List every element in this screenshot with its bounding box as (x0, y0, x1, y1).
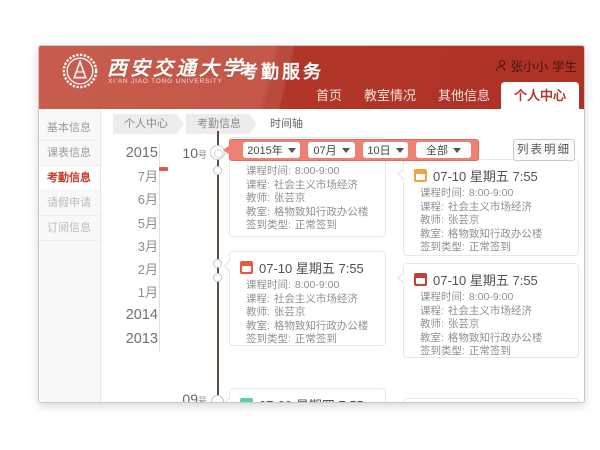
attendance-card: 07-09 星期四 7:55 课程时间:8:00-9:00 课程:社会主义市场经… (229, 388, 386, 403)
nav-other-info[interactable]: 其他信息 (427, 82, 501, 109)
nav-home[interactable]: 首页 (305, 82, 353, 109)
calendar-green-icon (240, 398, 253, 404)
app-window: 西安交通大学 XI'AN JIAO TONG UNIVERSITY 考勤服务 张… (38, 45, 585, 403)
timeline-node-small-2 (213, 259, 222, 268)
breadcrumb-timeline[interactable]: 时间轴 (259, 114, 319, 134)
timeline-year-2015[interactable]: 2015 (101, 142, 158, 165)
card-header: 07-10 星期五 7:55 (259, 258, 364, 277)
current-month-marker (159, 167, 168, 171)
sidebar-item-subscription-info[interactable]: 订阅信息 (39, 216, 100, 241)
day-select[interactable]: 10日 (363, 142, 408, 158)
nav-classrooms[interactable]: 教室情况 (353, 82, 427, 109)
chevron-down-icon (288, 148, 296, 153)
timeline-node-small-3 (213, 273, 222, 282)
attendance-card-partial (403, 398, 579, 403)
calendar-dark-red-icon (414, 273, 427, 286)
timeline-month-feb[interactable]: 2月 (101, 258, 158, 281)
day-marker-10: 10号 (167, 145, 207, 161)
timeline-month-jun[interactable]: 6月 (101, 188, 158, 211)
calendar-red-orange-icon (240, 261, 253, 274)
attendance-card: 07-10 星期五 7:55 课程时间:8:00-9:00 课程:社会主义市场经… (403, 159, 579, 256)
date-filter-bar: 2015年 07月 10日 全部 (229, 139, 479, 161)
attendance-card: 07-10 星期五 7:55 课程时间:8:00-9:00 课程:社会主义市场经… (229, 251, 386, 346)
sidebar-item-attendance-info[interactable]: 考勤信息 (39, 166, 100, 191)
card-header: 07-10 星期五 7:55 (433, 166, 538, 185)
user-role: 学生 (552, 56, 577, 75)
list-detail-button[interactable]: 列表明细 (513, 139, 575, 161)
user-name: 张小小 (510, 56, 548, 75)
timeline-node-small-1 (213, 166, 222, 175)
user-menu[interactable]: 张小小 学生 (495, 56, 577, 75)
chevron-down-icon (396, 148, 404, 153)
main-nav: 首页 教室情况 其他信息 个人中心 (305, 82, 579, 109)
breadcrumb-personal-center[interactable]: 个人中心 (113, 114, 184, 134)
month-select[interactable]: 07月 (308, 142, 355, 158)
sidebar-item-basic-info[interactable]: 基本信息 (39, 116, 100, 141)
page-background: 西安交通大学 XI'AN JIAO TONG UNIVERSITY 考勤服务 张… (0, 0, 600, 450)
year-select[interactable]: 2015年 (243, 142, 300, 158)
timeline-month-may[interactable]: 5月 (101, 212, 158, 235)
university-logo-icon (61, 52, 99, 90)
university-name: 西安交通大学 (107, 52, 245, 81)
day-marker-09: 09号 (167, 391, 207, 403)
nav-personal-center[interactable]: 个人中心 (501, 82, 579, 109)
month-list-divider (159, 144, 160, 352)
timeline-year-2013[interactable]: 2013 (101, 328, 158, 351)
type-select[interactable]: 全部 (416, 142, 471, 158)
sidebar-item-schedule-info[interactable]: 课表信息 (39, 141, 100, 166)
sidebar: 基本信息 课表信息 考勤信息 请假申请 订阅信息 (39, 109, 101, 402)
timeline-year-2014[interactable]: 2014 (101, 304, 158, 327)
calendar-orange-icon (414, 169, 427, 182)
timeline-month-jan[interactable]: 1月 (101, 281, 158, 304)
chevron-down-icon (453, 148, 461, 153)
sidebar-item-leave-request[interactable]: 请假申请 (39, 191, 100, 216)
app-header: 西安交通大学 XI'AN JIAO TONG UNIVERSITY 考勤服务 张… (39, 46, 585, 109)
chevron-down-icon (342, 148, 350, 153)
timeline-year-list: 2015 7月 6月 5月 3月 2月 1月 2014 2013 (101, 142, 158, 351)
breadcrumb-attendance-info[interactable]: 考勤信息 (186, 114, 257, 134)
timeline-month-mar[interactable]: 3月 (101, 235, 158, 258)
attendance-card: 07-10 星期五 7:55 课程时间:8:00-9:00 课程:社会主义市场经… (403, 263, 579, 358)
university-name-en: XI'AN JIAO TONG UNIVERSITY (108, 78, 223, 85)
person-icon (495, 60, 506, 71)
card-header: 07-10 星期五 7:55 (433, 270, 538, 289)
card-header: 07-09 星期四 7:55 (259, 395, 364, 404)
timeline-month-jul[interactable]: 7月 (101, 165, 158, 188)
app-title: 考勤服务 (240, 58, 324, 84)
